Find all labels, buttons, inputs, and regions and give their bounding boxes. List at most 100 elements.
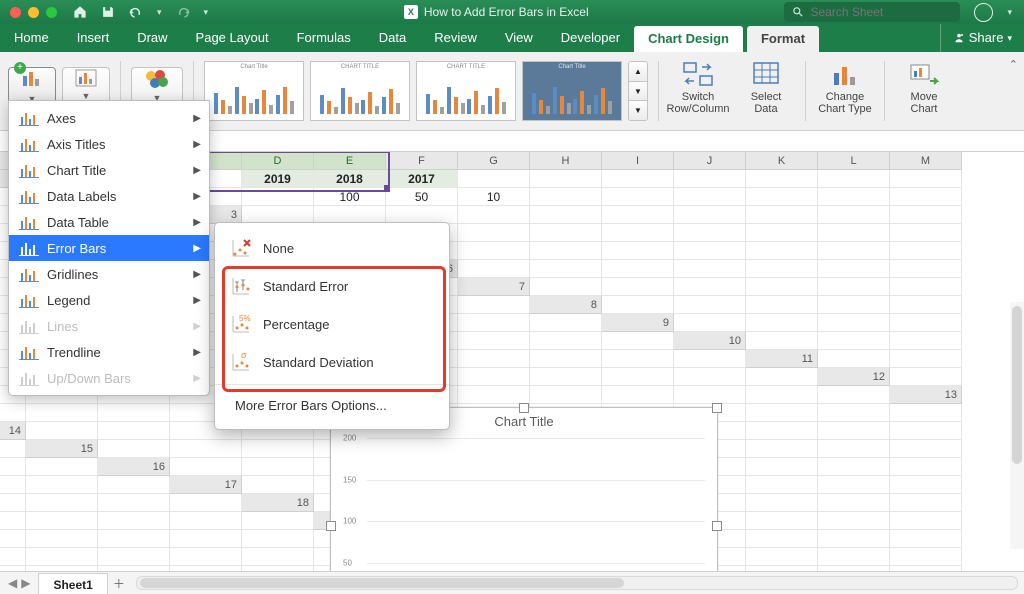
row-header[interactable]: 15 bbox=[26, 440, 98, 458]
cell[interactable] bbox=[458, 350, 530, 368]
cell[interactable] bbox=[170, 512, 242, 530]
minimize-icon[interactable] bbox=[28, 7, 39, 18]
tab-review[interactable]: Review bbox=[420, 24, 491, 52]
cell[interactable] bbox=[170, 530, 242, 548]
chart-styles-gallery[interactable]: Chart TitleCHART TITLECHART TITLEChart T… bbox=[204, 61, 648, 121]
tab-formulas[interactable]: Formulas bbox=[283, 24, 365, 52]
cell[interactable] bbox=[890, 188, 962, 206]
tab-home[interactable]: Home bbox=[0, 24, 63, 52]
row-header[interactable]: 7 bbox=[458, 278, 530, 296]
cell[interactable] bbox=[530, 224, 602, 242]
error-bars-submenu[interactable]: NoneStandard Error5%PercentageσStandard … bbox=[214, 222, 450, 430]
cell[interactable] bbox=[674, 170, 746, 188]
cell[interactable] bbox=[890, 548, 962, 566]
cell[interactable] bbox=[98, 404, 170, 422]
cell[interactable] bbox=[890, 422, 962, 440]
tab-page-layout[interactable]: Page Layout bbox=[182, 24, 283, 52]
cell[interactable] bbox=[602, 242, 674, 260]
cell[interactable] bbox=[818, 386, 890, 404]
cell[interactable] bbox=[602, 170, 674, 188]
cell[interactable] bbox=[890, 404, 962, 422]
cell[interactable] bbox=[26, 494, 98, 512]
cell[interactable]: 100 bbox=[314, 188, 386, 206]
menu-item-legend[interactable]: Legend▶ bbox=[9, 287, 209, 313]
cell[interactable] bbox=[890, 314, 962, 332]
menu-item-axes[interactable]: Axes▶ bbox=[9, 105, 209, 131]
cell[interactable] bbox=[818, 494, 890, 512]
sheet-tab[interactable]: Sheet1 bbox=[38, 573, 107, 594]
cell[interactable] bbox=[98, 512, 170, 530]
cell[interactable] bbox=[0, 440, 26, 458]
cell[interactable] bbox=[0, 548, 26, 566]
cell[interactable] bbox=[818, 260, 890, 278]
cell[interactable] bbox=[26, 458, 98, 476]
close-icon[interactable] bbox=[10, 7, 21, 18]
column-header[interactable]: K bbox=[746, 152, 818, 170]
vertical-scrollbar[interactable] bbox=[1010, 302, 1024, 549]
cell[interactable]: 2017 bbox=[386, 170, 458, 188]
cell[interactable] bbox=[890, 458, 962, 476]
add-chart-element-menu[interactable]: Axes▶Axis Titles▶Chart Title▶Data Labels… bbox=[8, 100, 210, 396]
scrollbar-thumb[interactable] bbox=[1012, 306, 1022, 464]
cell[interactable] bbox=[0, 458, 26, 476]
column-header[interactable]: F bbox=[386, 152, 458, 170]
cell[interactable] bbox=[674, 242, 746, 260]
tab-developer[interactable]: Developer bbox=[547, 24, 634, 52]
row-header[interactable]: 17 bbox=[170, 476, 242, 494]
cell[interactable] bbox=[242, 512, 314, 530]
cell[interactable] bbox=[746, 242, 818, 260]
horizontal-scrollbar[interactable] bbox=[136, 576, 1018, 590]
cell[interactable] bbox=[746, 548, 818, 566]
cell[interactable] bbox=[818, 242, 890, 260]
cell[interactable] bbox=[890, 206, 962, 224]
cell[interactable] bbox=[746, 188, 818, 206]
cell[interactable] bbox=[674, 386, 746, 404]
cell[interactable] bbox=[98, 494, 170, 512]
cell[interactable] bbox=[602, 350, 674, 368]
tab-view[interactable]: View bbox=[491, 24, 547, 52]
cell[interactable] bbox=[530, 206, 602, 224]
cell[interactable] bbox=[818, 350, 890, 368]
cell[interactable] bbox=[674, 188, 746, 206]
row-header[interactable]: 16 bbox=[98, 458, 170, 476]
cell[interactable] bbox=[170, 440, 242, 458]
cell[interactable] bbox=[26, 566, 98, 571]
chart-style-thumb[interactable]: CHART TITLE bbox=[310, 61, 410, 121]
cell[interactable] bbox=[602, 224, 674, 242]
cell[interactable] bbox=[458, 314, 530, 332]
cell[interactable] bbox=[818, 422, 890, 440]
resize-handle[interactable] bbox=[326, 521, 336, 531]
cell[interactable] bbox=[530, 368, 602, 386]
cell[interactable] bbox=[674, 260, 746, 278]
cell[interactable] bbox=[26, 530, 98, 548]
menu-item-axis-titles[interactable]: Axis Titles▶ bbox=[9, 131, 209, 157]
cell[interactable] bbox=[458, 296, 530, 314]
column-header[interactable]: D bbox=[242, 152, 314, 170]
cell[interactable] bbox=[602, 368, 674, 386]
cell[interactable] bbox=[818, 512, 890, 530]
cell[interactable] bbox=[890, 170, 962, 188]
row-header[interactable]: 11 bbox=[746, 350, 818, 368]
cell[interactable] bbox=[602, 332, 674, 350]
cell[interactable] bbox=[746, 512, 818, 530]
cell[interactable] bbox=[98, 476, 170, 494]
cell[interactable] bbox=[26, 404, 98, 422]
column-header[interactable]: G bbox=[458, 152, 530, 170]
cell[interactable] bbox=[26, 512, 98, 530]
submenu-item-none[interactable]: None bbox=[215, 229, 449, 267]
cell[interactable] bbox=[242, 476, 314, 494]
gallery-down-icon[interactable]: ▼ bbox=[629, 82, 647, 102]
redo-icon[interactable] bbox=[176, 5, 190, 19]
row-header[interactable]: 14 bbox=[0, 422, 26, 440]
cell[interactable] bbox=[458, 170, 530, 188]
tab-chart-design[interactable]: Chart Design bbox=[634, 26, 743, 52]
cell[interactable]: 2019 bbox=[242, 170, 314, 188]
resize-handle[interactable] bbox=[712, 521, 722, 531]
undo-icon[interactable] bbox=[129, 5, 143, 19]
undo-caret-icon[interactable]: ▾ bbox=[157, 7, 162, 18]
cell[interactable] bbox=[818, 440, 890, 458]
menu-item-data-table[interactable]: Data Table▶ bbox=[9, 209, 209, 235]
cell[interactable] bbox=[674, 350, 746, 368]
cell[interactable] bbox=[818, 296, 890, 314]
cell[interactable] bbox=[0, 494, 26, 512]
